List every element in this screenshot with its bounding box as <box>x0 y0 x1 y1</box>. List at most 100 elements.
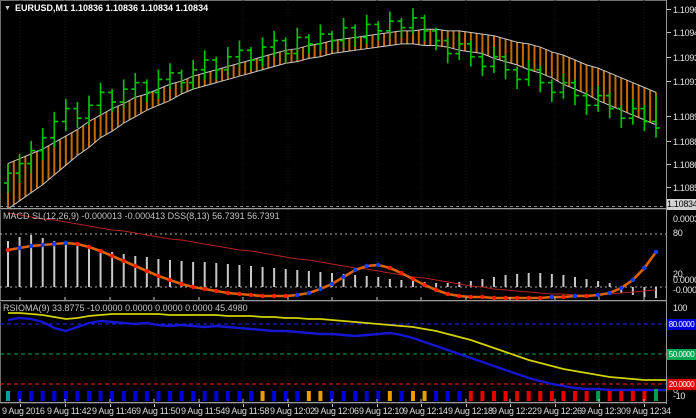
macd-histogram-bar <box>632 287 634 295</box>
dss-dot-down <box>98 249 102 253</box>
dss-dot-up <box>295 293 299 297</box>
macd-histogram-bar <box>296 270 298 287</box>
macd-histogram-bar <box>308 271 310 287</box>
macd-histogram-bar <box>586 279 588 287</box>
rsioma-level-box: 20.0000 <box>667 379 696 390</box>
rsioma-canvas[interactable] <box>0 302 666 402</box>
macd-histogram-bar <box>262 267 264 287</box>
dss-dot-up <box>607 291 611 295</box>
dss-dot-down <box>75 242 79 246</box>
macd-axis-label: -0.000103 <box>673 285 696 295</box>
macd-histogram-bar <box>100 250 102 287</box>
macd-histogram-bar <box>134 256 136 287</box>
price-label: 1.10865 <box>673 160 696 170</box>
dss-dot-down <box>87 245 91 249</box>
dss-dot-down <box>411 277 415 281</box>
macd-histogram-bar <box>319 272 321 287</box>
signal-strip-bar <box>156 391 160 401</box>
time-axis[interactable]: 9 Aug 20169 Aug 11:429 Aug 11:469 Aug 11… <box>0 404 696 418</box>
signal-strip-bar <box>284 391 288 401</box>
dss-dot-down <box>260 294 264 298</box>
signal-strip-bar <box>249 391 253 401</box>
dss-dot-down <box>434 288 438 292</box>
dss-dot-down <box>6 248 10 252</box>
signal-strip-bar <box>307 391 311 401</box>
signal-strip-bar <box>64 391 68 401</box>
signal-strip-bar <box>457 391 461 401</box>
rsioma-panel[interactable]: RSIOMA(9) 33.8775 -10.0000 0.0000 0.0000… <box>0 302 666 402</box>
signal-strip-bar <box>272 391 276 401</box>
time-label: 9 Aug 11:46 <box>92 406 136 416</box>
time-tick <box>421 404 422 407</box>
price-label: 1.10915 <box>673 77 696 87</box>
signal-strip-bar <box>122 391 126 401</box>
signal-strip-bar <box>411 391 415 401</box>
dss-dot-down <box>237 292 241 296</box>
chart-title: ▼ EURUSD,M1 1.10836 1.10836 1.10834 1.108… <box>4 3 208 13</box>
time-tick <box>555 404 556 407</box>
signal-strip-bar <box>515 391 519 401</box>
time-label: 9 Aug 12:10 <box>359 406 404 416</box>
signal-strip-bar <box>492 391 496 401</box>
time-label: 9 Aug 12:02 <box>270 406 315 416</box>
signal-strip-bar <box>75 391 79 401</box>
price-axis[interactable]: 1.109601.109451.109301.109151.108951.108… <box>667 0 696 404</box>
rsioma-axis-label: 100 <box>673 303 687 313</box>
chart-title-text: EURUSD,M1 1.10836 1.10836 1.10834 1.1083… <box>15 3 208 13</box>
time-tick <box>644 404 645 407</box>
time-tick <box>377 404 378 407</box>
mt4-chart-window: ▼ EURUSD,M1 1.10836 1.10836 1.10834 1.108… <box>0 0 696 418</box>
dss-dot-up <box>318 287 322 291</box>
price-label: 1.10895 <box>673 112 696 122</box>
main-chart-canvas[interactable] <box>0 0 666 208</box>
price-tick <box>667 9 671 10</box>
signal-strip-bar <box>631 391 635 401</box>
dss-dot-up <box>341 275 345 279</box>
dss-dot-up <box>41 243 45 247</box>
time-label: 9 Aug 12:06 <box>314 406 359 416</box>
dss-dot-down <box>203 287 207 291</box>
dss-dot-up <box>365 264 369 268</box>
dss-dot-up <box>654 250 658 254</box>
signal-strip-bar <box>446 391 450 401</box>
dss-dot-down <box>145 269 149 273</box>
rsioma-axis-label: -10 <box>673 391 685 401</box>
price-tick <box>667 57 671 58</box>
dss-dot-down <box>226 291 230 295</box>
macd-histogram-bar <box>227 264 229 287</box>
macd-histogram-bar <box>238 265 240 287</box>
symbol-dropdown-icon[interactable]: ▼ <box>4 5 11 12</box>
macd-histogram-bar <box>609 283 611 287</box>
signal-strip-bar <box>585 391 589 401</box>
time-label: 9 Aug 12:14 <box>403 406 448 416</box>
dss-dot-down <box>469 295 473 299</box>
signal-strip-bar <box>110 391 114 401</box>
macd-histogram-bar <box>389 279 391 287</box>
price-tick <box>667 164 671 165</box>
signal-strip-bar <box>145 391 149 401</box>
time-tick <box>20 404 21 407</box>
macd-histogram-bar <box>516 274 518 287</box>
dss-dot-down <box>388 266 392 270</box>
macd-panel[interactable]: MACD SL(12,26,9) -0.000013 -0.000413 DSS… <box>0 210 666 300</box>
time-tick <box>332 404 333 407</box>
macd-histogram-bar <box>215 263 217 287</box>
macd-axis-label: 0.000376 <box>673 214 696 224</box>
time-tick <box>65 404 66 407</box>
macd-canvas[interactable] <box>0 210 666 300</box>
macd-histogram-bar <box>412 281 414 287</box>
signal-strip-bar <box>203 391 207 401</box>
dss-dot-down <box>191 285 195 289</box>
main-chart-panel[interactable]: ▼ EURUSD,M1 1.10836 1.10836 1.10834 1.108… <box>0 0 666 208</box>
macd-histogram-bar <box>505 275 507 287</box>
macd-histogram-bar <box>655 287 657 298</box>
macd-histogram-bar <box>435 283 437 287</box>
signal-strip-bar <box>423 391 427 401</box>
macd-histogram-bar <box>493 277 495 287</box>
macd-histogram-bar <box>643 287 645 297</box>
dss-dot-up <box>353 268 357 272</box>
time-tick <box>599 404 600 407</box>
macd-histogram-bar <box>551 274 553 287</box>
time-label: 9 Aug 12:34 <box>626 406 671 416</box>
macd-axis-label: 0.0000 <box>673 275 696 285</box>
